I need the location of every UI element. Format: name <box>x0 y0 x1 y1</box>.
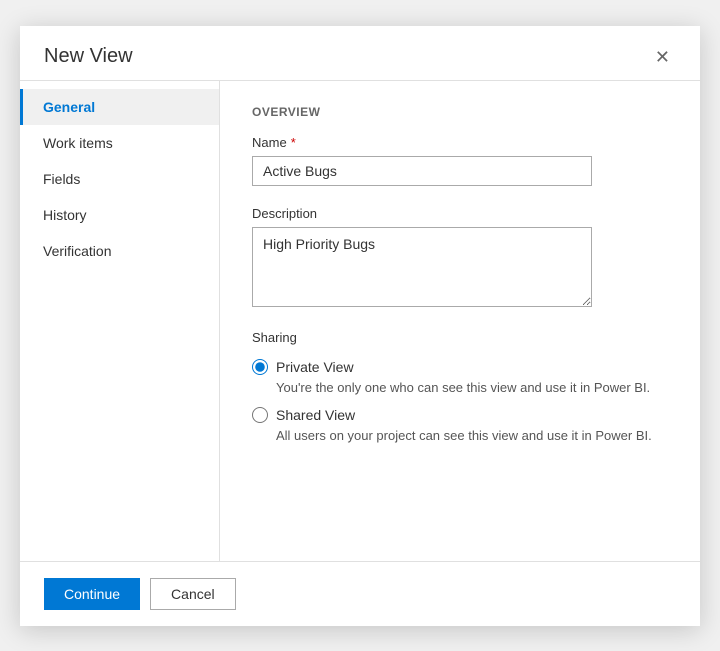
name-field-group: Name * <box>252 135 668 186</box>
shared-view-radio[interactable] <box>252 407 268 423</box>
shared-view-desc: All users on your project can see this v… <box>276 428 668 443</box>
close-button[interactable]: ✕ <box>649 44 676 70</box>
sidebar-item-history[interactable]: History <box>20 197 219 233</box>
private-view-radio[interactable] <box>252 359 268 375</box>
cancel-button[interactable]: Cancel <box>150 578 236 610</box>
sidebar-item-work-items[interactable]: Work items <box>20 125 219 161</box>
description-textarea[interactable] <box>252 227 592 307</box>
sidebar: General Work items Fields History Verifi… <box>20 81 220 561</box>
overview-label: Overview <box>252 105 668 119</box>
name-label: Name * <box>252 135 668 150</box>
description-field-group: Description <box>252 206 668 310</box>
shared-view-option: Shared View All users on your project ca… <box>252 407 668 443</box>
dialog-footer: Continue Cancel <box>20 561 700 626</box>
dialog-body: General Work items Fields History Verifi… <box>20 80 700 561</box>
sidebar-item-general[interactable]: General <box>20 89 219 125</box>
sharing-label: Sharing <box>252 330 668 345</box>
sidebar-item-verification[interactable]: Verification <box>20 233 219 269</box>
private-view-desc: You're the only one who can see this vie… <box>276 380 668 395</box>
description-label: Description <box>252 206 668 221</box>
main-content: Overview Name * Description Sharing Priv… <box>220 81 700 561</box>
shared-view-label: Shared View <box>276 407 355 423</box>
dialog-header: New View ✕ <box>20 26 700 80</box>
continue-button[interactable]: Continue <box>44 578 140 610</box>
name-input[interactable] <box>252 156 592 186</box>
private-view-option: Private View You're the only one who can… <box>252 359 668 395</box>
required-star: * <box>291 135 296 150</box>
private-view-label: Private View <box>276 359 354 375</box>
sidebar-item-fields[interactable]: Fields <box>20 161 219 197</box>
new-view-dialog: New View ✕ General Work items Fields His… <box>20 26 700 626</box>
dialog-title: New View <box>44 45 133 68</box>
sharing-section: Sharing Private View You're the only one… <box>252 330 668 443</box>
